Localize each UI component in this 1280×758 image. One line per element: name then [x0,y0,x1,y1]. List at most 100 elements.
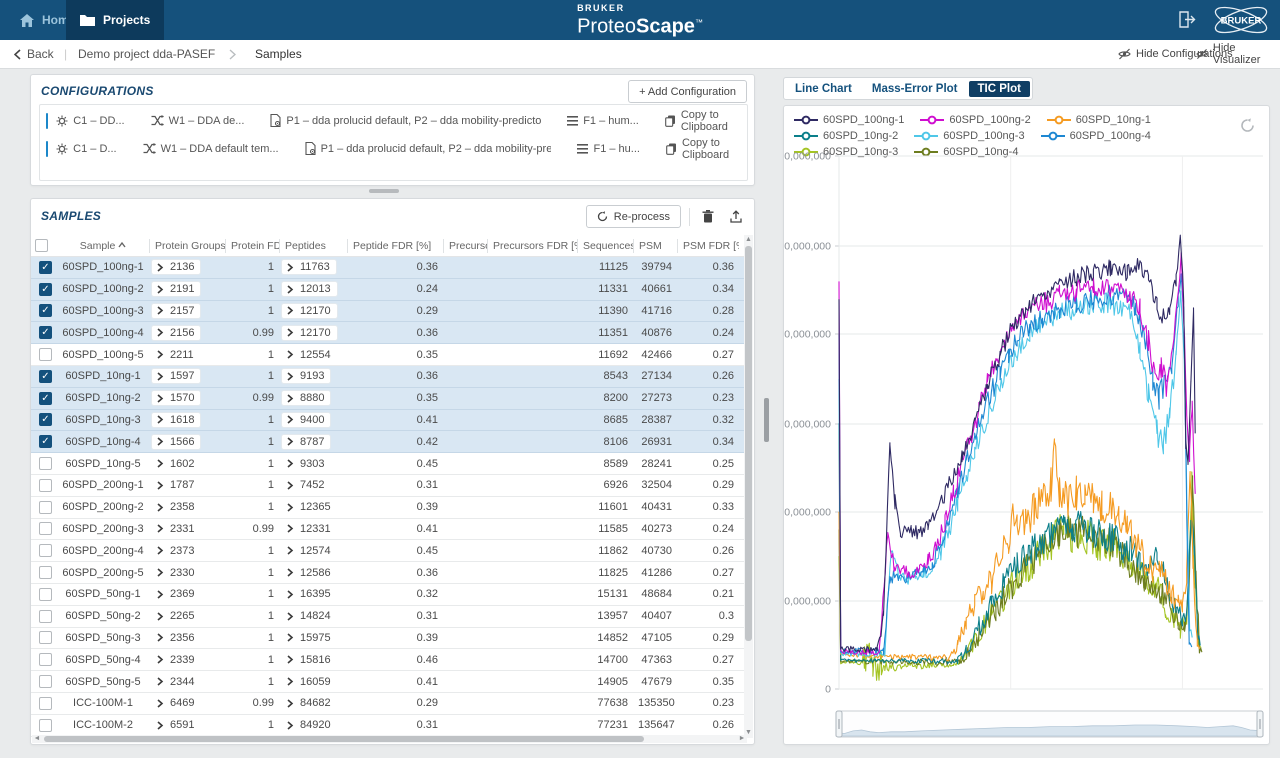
table-row[interactable]: ICC-100M-265911849200.31772311356470.26 [31,715,748,737]
copy-to-clipboard-button[interactable]: Copy to Clipboard [665,109,741,133]
row-checkbox[interactable] [39,501,52,514]
peptides-cell-expander[interactable]: 84682 [282,696,337,710]
column-header-psm-fdr-[interactable]: PSM FDR [%] [677,239,739,253]
configuration-row[interactable]: C1 – D...W1 – DDA default tem...P1 – dda… [46,136,741,161]
table-row[interactable]: ✓60SPD_100ng-221911120130.2411331406610.… [31,279,748,301]
add-configuration-button[interactable]: + Add Configuration [628,80,747,103]
nav-tab-projects[interactable]: Projects [66,0,164,40]
row-checkbox[interactable] [39,719,52,732]
peptides-cell-expander[interactable]: 12013 [282,282,337,296]
peptides-cell-expander[interactable]: 9303 [282,457,330,471]
scroll-up-arrow[interactable]: ▲ [744,235,753,245]
panel-resize-handle-vertical[interactable] [764,398,769,442]
protein-groups-cell-expander[interactable]: 2339 [152,653,200,667]
table-row[interactable]: ✓60SPD_100ng-321571121700.2911390417160.… [31,301,748,323]
scrollbar-thumb[interactable] [745,246,752,641]
column-header-sequences[interactable]: Sequences [577,239,633,253]
protein-groups-cell-expander[interactable]: 2369 [152,587,200,601]
protein-groups-cell-expander[interactable]: 2211 [152,348,200,362]
table-row[interactable]: 60SPD_50ng-523441160590.4114905476790.35 [31,671,748,693]
column-header-protein-groups[interactable]: Protein Groups [149,239,225,253]
column-header-peptide-fdr-[interactable]: Peptide FDR [%] [347,239,443,253]
peptides-cell-expander[interactable]: 15975 [282,631,337,645]
table-row[interactable]: ✓60SPD_100ng-121361117630.3611125397940.… [31,257,748,279]
scrollbar-thumb[interactable] [44,736,644,742]
row-checkbox[interactable]: ✓ [39,261,52,274]
table-row[interactable]: 60SPD_200ng-523301125860.3611825412860.2… [31,562,748,584]
export-samples-button[interactable] [726,207,746,227]
row-checkbox[interactable] [39,653,52,666]
peptides-cell-expander[interactable]: 11763 [282,260,336,274]
table-row[interactable]: ✓60SPD_10ng-41566187870.428106269310.34 [31,431,748,453]
row-checkbox[interactable]: ✓ [39,370,52,383]
peptides-cell-expander[interactable]: 12574 [282,544,337,558]
protein-groups-cell-expander[interactable]: 2191 [152,282,200,296]
row-checkbox[interactable] [39,522,52,535]
table-row[interactable]: 60SPD_50ng-323561159750.3914852471050.29 [31,628,748,650]
peptides-cell-expander[interactable]: 7452 [282,478,330,492]
peptides-cell-expander[interactable]: 84920 [282,718,337,732]
table-row[interactable]: 60SPD_50ng-222651148240.3113957404070.3 [31,606,748,628]
peptides-cell-expander[interactable]: 15816 [282,653,337,667]
column-header-psm[interactable]: PSM [633,239,677,253]
row-checkbox[interactable] [39,631,52,644]
copy-to-clipboard-button[interactable]: Copy to Clipboard [666,137,741,161]
peptides-cell-expander[interactable]: 12331 [282,522,337,536]
protein-groups-cell-expander[interactable]: 1602 [152,457,200,471]
protein-groups-cell-expander[interactable]: 2265 [152,609,200,623]
row-checkbox[interactable] [39,588,52,601]
table-row[interactable]: ✓60SPD_10ng-215700.9988800.358200272730.… [31,388,748,410]
scroll-left-arrow[interactable]: ◄ [32,735,42,743]
row-checkbox[interactable]: ✓ [39,392,52,405]
table-row[interactable]: 60SPD_100ng-522111125540.3511692424660.2… [31,344,748,366]
protein-groups-cell-expander[interactable]: 2156 [152,326,200,340]
back-button[interactable]: Back [14,40,54,68]
peptides-cell-expander[interactable]: 16059 [282,675,337,689]
protein-groups-cell-expander[interactable]: 1597 [152,369,200,383]
delete-samples-button[interactable] [698,207,718,227]
row-checkbox[interactable] [39,544,52,557]
protein-groups-cell-expander[interactable]: 2157 [152,304,200,318]
peptides-cell-expander[interactable]: 14824 [282,609,337,623]
viz-tab-mass-error-plot[interactable]: Mass-Error Plot [863,81,967,97]
table-row[interactable]: 60SPD_50ng-423391158160.4614700473630.27 [31,649,748,671]
column-header-precursors-fdr-[interactable]: Precursors FDR [%] [487,239,577,253]
table-row[interactable]: 60SPD_200ng-423731125740.4511862407300.2… [31,540,748,562]
table-row[interactable]: ✓60SPD_10ng-31618194000.418685283870.32 [31,410,748,432]
peptides-cell-expander[interactable]: 8787 [282,435,330,449]
peptides-cell-expander[interactable]: 12170 [282,326,337,340]
row-checkbox[interactable]: ✓ [39,304,52,317]
samples-vertical-scrollbar[interactable]: ▲ ▼ [744,235,753,738]
row-checkbox[interactable] [39,566,52,579]
peptides-cell-expander[interactable]: 12586 [282,566,337,580]
peptides-cell-expander[interactable]: 12170 [282,304,337,318]
row-checkbox[interactable]: ✓ [39,413,52,426]
logout-icon[interactable] [1178,11,1196,33]
protein-groups-cell-expander[interactable]: 2356 [152,631,200,645]
protein-groups-cell-expander[interactable]: 2136 [152,260,200,274]
column-header-protein-fdr-[interactable]: Protein FDR [%] [225,239,279,253]
row-checkbox[interactable] [39,675,52,688]
row-checkbox[interactable] [39,610,52,623]
table-row[interactable]: ✓60SPD_10ng-11597191930.368543271340.26 [31,366,748,388]
protein-groups-cell-expander[interactable]: 1566 [152,435,200,449]
breadcrumb-project[interactable]: Demo project dda-PASEF [78,40,236,68]
protein-groups-cell-expander[interactable]: 2358 [152,500,200,514]
row-checkbox[interactable] [39,457,52,470]
protein-groups-cell-expander[interactable]: 2331 [152,522,200,536]
viz-tab-tic-plot[interactable]: TIC Plot [969,81,1030,97]
protein-groups-cell-expander[interactable]: 2344 [152,675,200,689]
panel-resize-handle-horizontal[interactable] [369,189,399,193]
column-header-precursors[interactable]: Precursors [443,239,487,253]
select-all-checkbox[interactable] [35,239,48,252]
table-row[interactable]: ✓60SPD_100ng-421560.99121700.36113514087… [31,322,748,344]
row-checkbox[interactable] [39,479,52,492]
protein-groups-cell-expander[interactable]: 1618 [152,413,200,427]
configuration-row[interactable]: C1 – DD...W1 – DDA de...P1 – dda proluci… [46,108,741,133]
viz-tab-line-chart[interactable]: Line Chart [786,81,861,97]
table-row[interactable]: 60SPD_200ng-223581123650.3911601404310.3… [31,497,748,519]
row-checkbox[interactable] [39,348,52,361]
peptides-cell-expander[interactable]: 8880 [282,391,330,405]
table-row[interactable]: 60SPD_10ng-51602193030.458589282410.25 [31,453,748,475]
peptides-cell-expander[interactable]: 12554 [282,348,337,362]
